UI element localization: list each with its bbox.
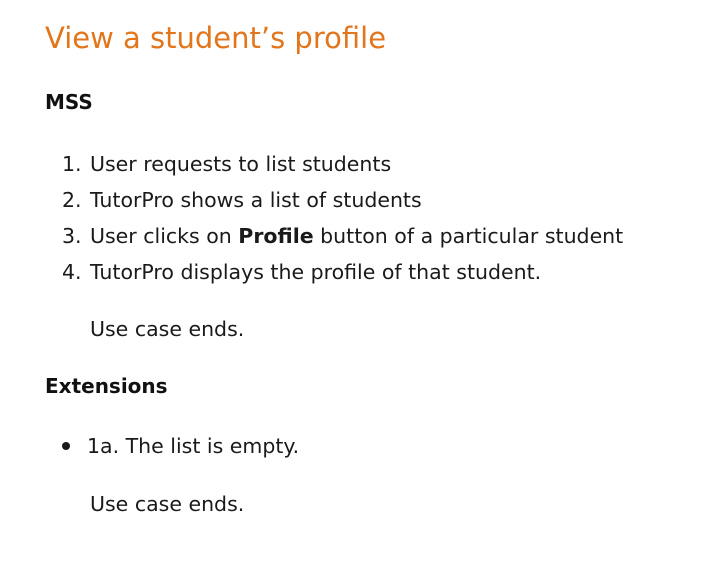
- step-text-pre: User clicks on: [90, 224, 239, 248]
- extension-text: 1a. The list is empty.: [87, 434, 300, 458]
- page-title: View a student’s profile: [45, 21, 387, 55]
- document-page: View a student’s profile MSS 1. User requ…: [0, 0, 707, 573]
- mss-heading: MSS: [45, 90, 93, 114]
- step-number: 4.: [62, 260, 82, 284]
- extensions-heading: Extensions: [45, 374, 168, 398]
- extensions-list: 1a. The list is empty.: [62, 431, 299, 461]
- extension-end-note: Use case ends.: [90, 492, 245, 516]
- mss-steps-list: 1. User requests to list students 2. Tutor…: [62, 146, 623, 290]
- step-number: 1.: [62, 152, 82, 176]
- mss-end-note: Use case ends.: [90, 317, 245, 341]
- list-item: 4. TutorPro displays the profile of that …: [62, 254, 623, 290]
- bullet-icon: [62, 442, 70, 450]
- step-number: 2.: [62, 188, 82, 212]
- step-text-post: button of a particular student: [313, 224, 624, 248]
- list-item: 1. User requests to list students: [62, 146, 623, 182]
- step-text: TutorPro displays the profile of that st…: [90, 260, 542, 284]
- list-item: 1a. The list is empty.: [62, 431, 299, 461]
- list-item: 2. TutorPro shows a list of students: [62, 182, 623, 218]
- step-text-bold: Profile: [238, 224, 314, 248]
- list-item: 3. User clicks on Profile button of a par…: [62, 218, 623, 254]
- step-text: User requests to list students: [90, 152, 392, 176]
- step-number: 3.: [62, 224, 82, 248]
- step-text: TutorPro shows a list of students: [90, 188, 422, 212]
